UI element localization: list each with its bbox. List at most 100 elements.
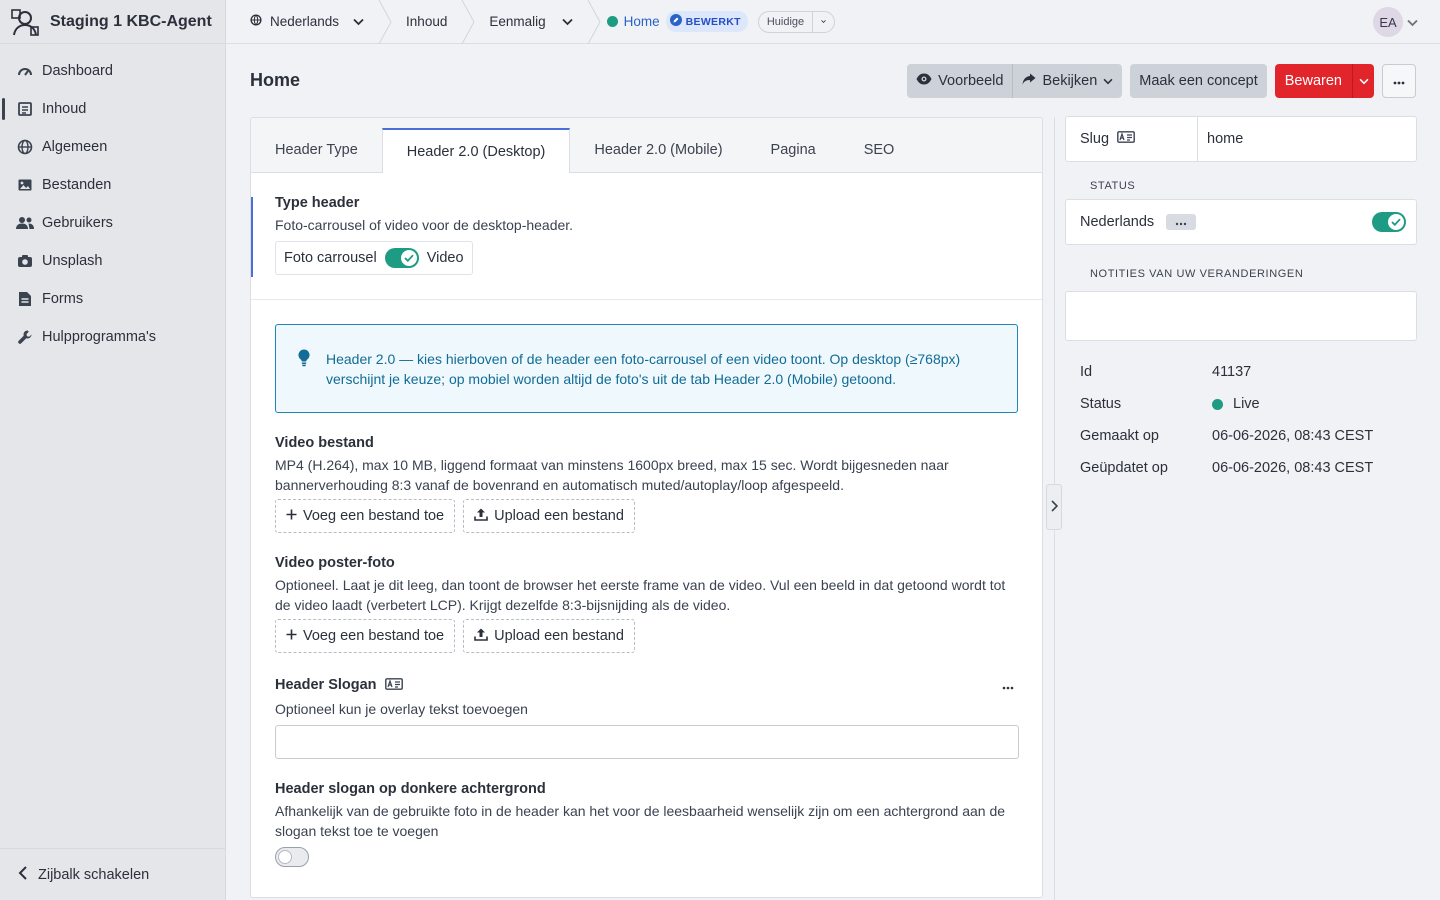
version-select[interactable]: Huidige <box>757 10 836 33</box>
page-actions: Voorbeeld Bekijken Maak een concept Bewa… <box>907 64 1416 98</box>
ellipsis-icon <box>1393 73 1405 89</box>
translatable-icon <box>1117 131 1135 147</box>
sidebar-item-hulpprogrammas[interactable]: Hulpprogramma's <box>0 318 225 356</box>
meta-row: Id 41137 <box>1080 356 1420 388</box>
upload-file-button[interactable]: Upload een bestand <box>463 499 635 533</box>
header-type-switch[interactable] <box>384 248 419 268</box>
upload-icon <box>474 628 488 645</box>
header-slogan-input[interactable] <box>275 725 1019 759</box>
live-status-dot-icon <box>1212 398 1223 410</box>
language-options-button[interactable] <box>1166 214 1197 230</box>
file-icon <box>16 290 34 308</box>
chevron-down-icon <box>561 14 573 29</box>
info-callout: Header 2.0 — kies hierboven of de header… <box>275 324 1018 413</box>
breadcrumb-separator <box>587 0 601 44</box>
view-button[interactable]: Bekijken <box>1012 64 1123 98</box>
add-file-button[interactable]: Voeg een bestand toe <box>275 619 456 653</box>
sidebar-item-label: Forms <box>42 291 84 307</box>
view-label: Bekijken <box>1042 73 1098 89</box>
make-draft-button[interactable]: Maak een concept <box>1130 64 1267 98</box>
info-text: Header 2.0 — kies hierboven of de header… <box>326 351 961 387</box>
agent-logo-icon <box>10 7 40 37</box>
chevron-right-icon <box>1050 499 1058 515</box>
image-icon <box>16 176 34 194</box>
slug-field: Slug home <box>1065 116 1417 162</box>
type-header-field: Type header Foto-carrousel of video voor… <box>251 173 1042 300</box>
breadcrumb-eenmalig[interactable]: Eenmalig <box>475 0 586 44</box>
chevron-down-icon <box>1103 73 1113 89</box>
chevron-down-icon <box>1359 73 1369 89</box>
main-nav: Dashboard Inhoud Algemeen Bestanden Gebr… <box>0 44 225 356</box>
label-row: Header Slogan <box>275 677 1018 693</box>
meta-value: 06-06-2026, 08:43 CEST <box>1212 428 1374 444</box>
sidebar-item-dashboard[interactable]: Dashboard <box>0 52 225 90</box>
switch-wrap <box>275 847 1018 870</box>
slogan-dark-field: Header slogan op donkere achtergrond Afh… <box>251 781 1042 870</box>
sidebar-item-forms[interactable]: Forms <box>0 280 225 318</box>
sidebar-item-algemeen[interactable]: Algemeen <box>0 128 225 166</box>
header-slogan-field: Header Slogan Optioneel kun je overlay t… <box>251 677 1042 759</box>
slug-label-cell: Slug <box>1066 117 1198 161</box>
save-button[interactable]: Bewaren <box>1274 64 1352 98</box>
save-label: Bewaren <box>1284 73 1342 89</box>
brand[interactable]: Staging 1 KBC-Agent <box>0 0 225 44</box>
field-label: Video bestand <box>275 435 374 451</box>
tab-header-desktop[interactable]: Header 2.0 (Desktop) <box>381 128 571 173</box>
upload-file-label: Upload een bestand <box>494 628 624 644</box>
field-label: Video poster-foto <box>275 555 395 571</box>
camera-icon <box>16 252 34 270</box>
slug-input[interactable]: home <box>1198 117 1243 161</box>
upload-file-label: Upload een bestand <box>494 508 624 524</box>
eye-icon <box>916 73 932 89</box>
change-notes-input[interactable] <box>1065 291 1417 341</box>
tab-header-mobile[interactable]: Header 2.0 (Mobile) <box>570 128 746 172</box>
meta-info: Id 41137 Status Live Gemaakt op 06-06-20… <box>1080 356 1420 484</box>
meta-key: Geüpdatet op <box>1080 460 1168 476</box>
sidebar-item-label: Hulpprogramma's <box>42 329 156 345</box>
status-badge: BEWERKT <box>665 11 748 32</box>
tab-seo[interactable]: SEO <box>840 128 919 172</box>
field-options-icon[interactable] <box>1002 677 1018 693</box>
status-dot-icon <box>606 16 618 27</box>
toggle-sidebar-button[interactable]: Zijbalk schakelen <box>0 848 225 900</box>
add-file-button[interactable]: Voeg een bestand toe <box>275 499 456 533</box>
breadcrumb-current-page[interactable]: Home BEWERKT Huidige <box>601 0 850 44</box>
newspaper-icon <box>16 100 34 118</box>
user-menu[interactable]: EA <box>1373 7 1418 37</box>
toggle-option-left: Foto carrousel <box>284 250 377 266</box>
chevron-down-icon <box>1407 14 1418 30</box>
check-icon <box>1388 214 1404 230</box>
sidebar-item-label: Unsplash <box>42 253 103 269</box>
sidebar-item-gebruikers[interactable]: Gebruikers <box>0 204 225 242</box>
sidebar-item-inhoud[interactable]: Inhoud <box>0 90 225 128</box>
sidebar-item-bestanden[interactable]: Bestanden <box>0 166 225 204</box>
field-help: Optioneel. Laat je dit leeg, dan toont d… <box>275 577 1006 613</box>
switch-knob <box>278 850 292 864</box>
language-enabled-switch[interactable] <box>1372 212 1406 232</box>
breadcrumb-separator <box>378 0 392 44</box>
preview-label: Voorbeeld <box>938 73 1004 89</box>
globe-icon <box>250 14 262 29</box>
field-help: MP4 (H.264), max 10 MB, liggend formaat … <box>275 457 949 493</box>
content-editor: Header Type Header 2.0 (Desktop) Header … <box>250 117 1043 898</box>
breadcrumb-inhoud[interactable]: Inhoud <box>392 0 461 44</box>
translatable-icon <box>384 677 403 693</box>
tab-header-type[interactable]: Header Type <box>251 128 382 172</box>
share-icon <box>1022 73 1036 89</box>
preview-button[interactable]: Voorbeeld <box>907 64 1013 98</box>
sidebar-item-unsplash[interactable]: Unsplash <box>0 242 225 280</box>
slogan-dark-switch[interactable] <box>275 847 309 867</box>
status-heading: STATUS <box>1090 180 1136 192</box>
breadcrumb-label: Eenmalig <box>489 14 546 29</box>
collapse-panel-handle[interactable] <box>1046 484 1062 530</box>
more-actions-button[interactable] <box>1382 64 1416 98</box>
preview-group: Voorbeeld Bekijken <box>907 64 1123 98</box>
topbar: Nederlands Inhoud Eenmalig Home BEWERKT … <box>226 0 1440 44</box>
tab-pagina[interactable]: Pagina <box>747 128 840 172</box>
video-poster-field: Video poster-foto Optioneel. Laat je dit… <box>251 555 1042 653</box>
add-file-label: Voeg een bestand toe <box>303 628 445 644</box>
meta-row: Status Live <box>1080 388 1420 420</box>
language-switcher[interactable]: Nederlands <box>226 0 378 44</box>
upload-file-button[interactable]: Upload een bestand <box>463 619 635 653</box>
save-options-button[interactable] <box>1352 64 1374 98</box>
